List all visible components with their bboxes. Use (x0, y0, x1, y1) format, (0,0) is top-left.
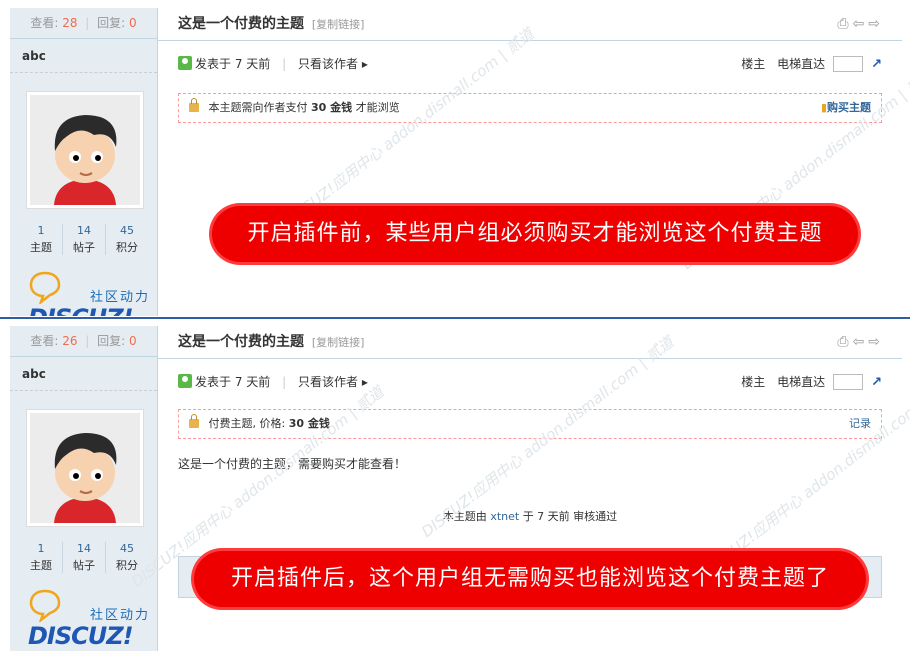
print-icon[interactable]: ⎙ (837, 334, 852, 350)
thread-stats: 查看: 28 | 回复: 0 (10, 8, 157, 39)
go-icon[interactable]: ↗ (871, 57, 882, 72)
thread-panel-after: 查看: 26 | 回复: 0 abc 1 主题 14 帖子 45 积分 社区动力… (10, 326, 910, 651)
copy-link[interactable]: [复制链接] (312, 18, 365, 31)
arrow-right-icon: ▸ (361, 375, 368, 389)
post-body: 这是一个付费的主题，需要购买才能查看！ (178, 457, 407, 471)
thread-title: 这是一个付费的主题 (178, 16, 304, 32)
replies-label: 回复: (97, 334, 126, 348)
avatar-image (30, 413, 140, 523)
stats-sep: | (85, 16, 90, 30)
pay-suffix: 才能浏览 (355, 101, 400, 114)
author-only-link[interactable]: 只看该作者 (298, 57, 358, 71)
floor-label: 楼主 (741, 57, 766, 71)
elevator-label: 电梯直达 (777, 57, 826, 71)
author-only-link[interactable]: 只看该作者 (298, 375, 358, 389)
logo-slogan: 社区动力 (90, 608, 151, 623)
avatar[interactable] (26, 91, 144, 209)
count-credits[interactable]: 45 积分 (106, 542, 148, 573)
author-counts: 1 主题 14 帖子 45 积分 (20, 542, 148, 573)
author-sidebar: 查看: 26 | 回复: 0 abc 1 主题 14 帖子 45 积分 社区动力… (10, 326, 158, 651)
lock-icon (189, 414, 199, 428)
lock-icon (189, 98, 199, 112)
section-divider (0, 317, 910, 319)
post-meta: 发表于 7 天前 | 只看该作者 ▸ 楼主 电梯直达 ↗ (178, 53, 882, 75)
discuz-logo: 社区动力 DISCUZ! (28, 270, 158, 316)
discuz-logo: 社区动力 DISCUZ! (28, 588, 158, 650)
count-threads[interactable]: 1 主题 (20, 542, 63, 573)
user-icon (178, 56, 192, 70)
pay-amount: 30 金钱 (288, 417, 330, 430)
count-posts[interactable]: 14 帖子 (63, 224, 106, 255)
thread-stats: 查看: 26 | 回复: 0 (10, 326, 157, 357)
stats-sep: | (85, 334, 90, 348)
annotation-banner-after: 开启插件后，这个用户组无需购买也能浏览这个付费主题了 (194, 551, 866, 607)
logo-slogan: 社区动力 (90, 290, 151, 305)
user-icon (178, 374, 192, 388)
count-credits[interactable]: 45 积分 (106, 224, 148, 255)
pay-prefix: 本主题需向作者支付 (208, 101, 308, 114)
prev-icon[interactable]: ⇦ (853, 334, 869, 350)
avatar[interactable] (26, 409, 144, 527)
floor-label: 楼主 (741, 375, 766, 389)
replies-count: 0 (129, 16, 137, 30)
thread-title-bar: 这是一个付费的主题 [复制链接] ⎙⇦⇨ (158, 326, 902, 359)
pay-notice: 本主题需向作者支付 30 金钱 才能浏览 ▮购买主题 (178, 93, 882, 123)
views-label: 查看: (30, 16, 59, 30)
pay-amount: 30 金钱 (311, 101, 353, 114)
bubble-icon (29, 271, 61, 304)
audit-prefix: 本主题由 (442, 510, 487, 523)
author-sidebar: 查看: 28 | 回复: 0 abc 1 主题 14 帖子 45 积分 社区动力 (10, 8, 158, 316)
thread-title: 这是一个付费的主题 (178, 334, 304, 350)
replies-count: 0 (129, 334, 137, 348)
audit-note: 本主题由 xtnet 于 7 天前 审核通过 (158, 508, 902, 524)
buy-thread-button[interactable]: ▮购买主题 (821, 94, 871, 122)
post-time: 发表于 7 天前 (195, 375, 271, 389)
thread-title-bar: 这是一个付费的主题 [复制链接] ⎙⇦⇨ (158, 8, 902, 41)
post-content: 这是一个付费的主题 [复制链接] ⎙⇦⇨ 发表于 7 天前 | 只看该作者 ▸ … (158, 8, 902, 316)
prev-icon[interactable]: ⇦ (853, 16, 869, 32)
post-meta: 发表于 7 天前 | 只看该作者 ▸ 楼主 电梯直达 ↗ (178, 371, 882, 393)
count-posts[interactable]: 14 帖子 (63, 542, 106, 573)
bubble-icon (29, 589, 61, 622)
author-counts: 1 主题 14 帖子 45 积分 (20, 224, 148, 255)
author-name[interactable]: abc (10, 357, 157, 391)
post-time: 发表于 7 天前 (195, 57, 271, 71)
thread-tools: ⎙⇦⇨ (837, 326, 884, 358)
elevator-input[interactable] (833, 56, 864, 72)
thread-tools: ⎙⇦⇨ (837, 8, 884, 40)
author-name[interactable]: abc (10, 39, 157, 73)
elevator-input[interactable] (833, 374, 864, 390)
views-count: 26 (62, 334, 78, 348)
count-threads[interactable]: 1 主题 (20, 224, 63, 255)
views-label: 查看: (30, 334, 59, 348)
replies-label: 回复: (97, 16, 126, 30)
pay-record-link[interactable]: 记录 (849, 410, 871, 438)
logo-brand: DISCUZ! (28, 304, 134, 316)
pay-prefix: 付费主题, 价格: (208, 417, 286, 430)
elevator-label: 电梯直达 (777, 375, 826, 389)
audit-suffix: 于 7 天前 审核通过 (522, 510, 618, 523)
print-icon[interactable]: ⎙ (837, 16, 852, 32)
copy-link[interactable]: [复制链接] (312, 336, 365, 349)
audit-user-link[interactable]: xtnet (490, 510, 519, 523)
next-icon[interactable]: ⇨ (868, 334, 884, 350)
next-icon[interactable]: ⇨ (868, 16, 884, 32)
arrow-right-icon: ▸ (361, 57, 368, 71)
logo-brand: DISCUZ! (28, 622, 134, 650)
avatar-image (30, 95, 140, 205)
annotation-banner-before: 开启插件前，某些用户组必须购买才能浏览这个付费主题 (212, 206, 858, 262)
thread-panel-before: 查看: 28 | 回复: 0 abc 1 主题 14 帖子 45 积分 社区动力… (10, 8, 910, 316)
views-count: 28 (62, 16, 78, 30)
go-icon[interactable]: ↗ (871, 375, 882, 390)
pay-notice: 付费主题, 价格: 30 金钱 记录 (178, 409, 882, 439)
